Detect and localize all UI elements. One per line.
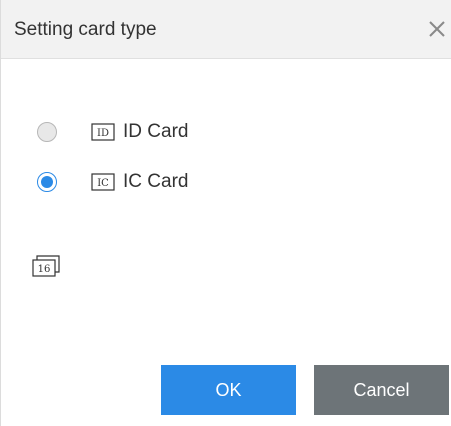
ic-card-icon-text: IC <box>97 178 109 189</box>
close-icon[interactable] <box>425 17 449 41</box>
ok-button[interactable]: OK <box>161 365 296 415</box>
option-id-card[interactable]: ID ID Card <box>37 118 188 146</box>
dialog-title: Setting card type <box>14 19 157 40</box>
option-ic-card[interactable]: IC IC Card <box>37 168 188 196</box>
id-card-icon: ID <box>91 123 115 141</box>
digits-icon-text: 16 <box>38 264 51 275</box>
card-digits-icon: 16 <box>32 255 60 277</box>
ic-card-icon: IC <box>91 173 115 191</box>
ic-card-label: IC Card <box>123 171 189 192</box>
id-card-label: ID Card <box>123 121 189 142</box>
setting-card-type-dialog: Setting card type ID ID Card IC IC Card … <box>0 0 451 426</box>
cancel-button[interactable]: Cancel <box>314 365 449 415</box>
id-card-icon-text: ID <box>97 128 109 139</box>
dialog-titlebar: Setting card type <box>1 0 451 59</box>
ic-card-radio[interactable] <box>37 172 57 192</box>
id-card-radio[interactable] <box>37 122 57 142</box>
